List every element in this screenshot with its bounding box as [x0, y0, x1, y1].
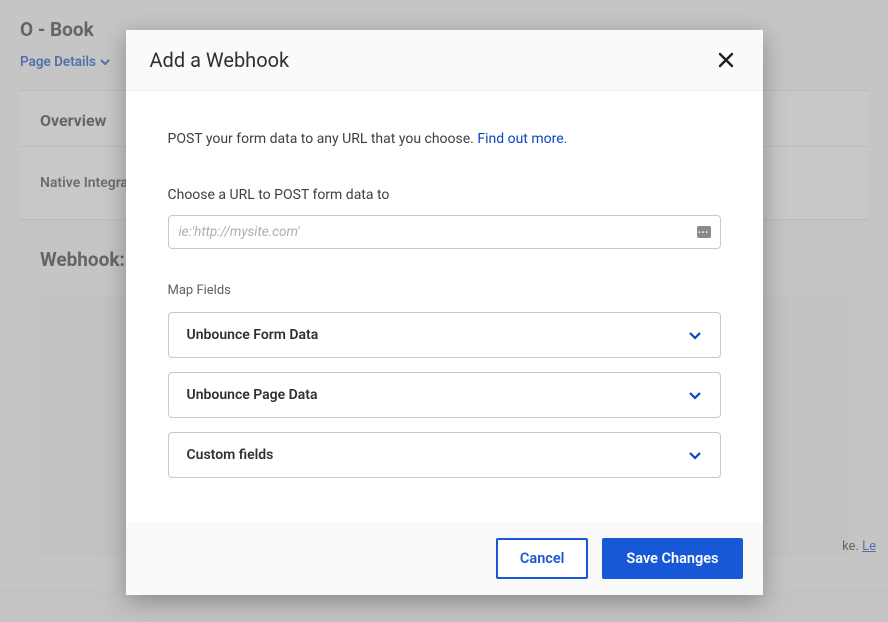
expander-page-data[interactable]: Unbounce Page Data	[168, 372, 721, 418]
expander-label: Custom fields	[187, 447, 274, 463]
modal-overlay: Add a Webhook POST your form data to any…	[0, 0, 888, 622]
chevron-down-icon	[688, 391, 702, 400]
cancel-button[interactable]: Cancel	[496, 538, 589, 579]
input-suffix-icon[interactable]: •••	[697, 226, 711, 238]
chevron-down-icon	[688, 451, 702, 460]
chevron-down-icon	[688, 331, 702, 340]
intro-text: POST your form data to any URL that you …	[168, 131, 721, 147]
expander-label: Unbounce Form Data	[187, 327, 319, 343]
close-icon	[717, 51, 735, 69]
expander-label: Unbounce Page Data	[187, 387, 318, 403]
map-fields-label: Map Fields	[168, 283, 721, 298]
url-field-label: Choose a URL to POST form data to	[168, 187, 721, 203]
add-webhook-modal: Add a Webhook POST your form data to any…	[126, 30, 763, 595]
save-changes-button[interactable]: Save Changes	[602, 538, 742, 579]
url-input-wrap: •••	[168, 215, 721, 249]
webhook-url-input[interactable]	[168, 215, 721, 249]
modal-footer: Cancel Save Changes	[126, 522, 763, 595]
modal-title: Add a Webhook	[150, 48, 290, 72]
expander-form-data[interactable]: Unbounce Form Data	[168, 312, 721, 358]
expander-custom-fields[interactable]: Custom fields	[168, 432, 721, 478]
find-out-more-link[interactable]: Find out more.	[477, 131, 567, 147]
close-button[interactable]	[713, 49, 739, 71]
modal-header: Add a Webhook	[126, 30, 763, 91]
modal-body: POST your form data to any URL that you …	[126, 91, 763, 522]
